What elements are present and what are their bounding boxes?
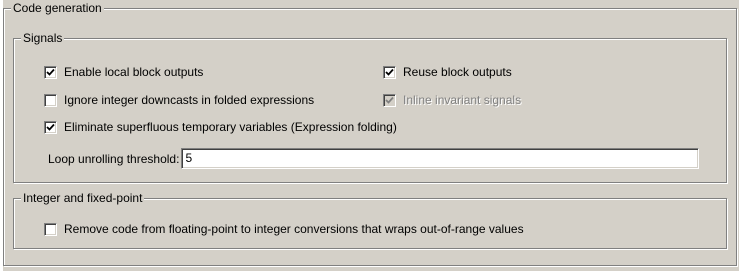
inline-invariant-signals-option: Inline invariant signals — [383, 92, 521, 108]
loop-unrolling-threshold-row: Loop unrolling threshold: 5 — [48, 148, 700, 169]
signals-title: Signals — [21, 31, 65, 45]
reuse-block-outputs-option[interactable]: Reuse block outputs — [383, 64, 512, 80]
enable-local-block-outputs-label: Enable local block outputs — [64, 65, 204, 79]
ignore-integer-downcasts-checkbox[interactable] — [44, 93, 57, 107]
reuse-block-outputs-label: Reuse block outputs — [403, 65, 512, 79]
inline-invariant-signals-checkbox — [383, 93, 396, 107]
loop-unrolling-threshold-input[interactable]: 5 — [181, 148, 700, 169]
ignore-integer-downcasts-label: Ignore integer downcasts in folded expre… — [64, 93, 315, 107]
checkmark-icon — [46, 68, 55, 76]
checkmark-icon — [385, 68, 394, 76]
loop-unrolling-threshold-label: Loop unrolling threshold: — [48, 151, 180, 166]
page: Code generation Signals Enable local blo… — [0, 0, 746, 277]
remove-wrap-code-label: Remove code from floating-point to integ… — [64, 222, 524, 236]
eliminate-superfluous-temp-vars-checkbox[interactable] — [44, 120, 57, 134]
ignore-integer-downcasts-option[interactable]: Ignore integer downcasts in folded expre… — [44, 92, 314, 108]
checkmark-icon — [385, 96, 394, 104]
signals-group: Signals Enable local block outputs Reuse… — [13, 31, 727, 183]
eliminate-superfluous-temp-vars-label: Eliminate superfluous temporary variable… — [64, 120, 397, 134]
inline-invariant-signals-label: Inline invariant signals — [403, 93, 522, 107]
code-generation-title: Code generation — [11, 1, 104, 15]
enable-local-block-outputs-option[interactable]: Enable local block outputs — [44, 64, 203, 80]
remove-wrap-code-option[interactable]: Remove code from floating-point to integ… — [44, 221, 524, 237]
enable-local-block-outputs-checkbox[interactable] — [44, 65, 57, 79]
integer-fixed-point-group: Integer and fixed-point Remove code from… — [13, 191, 727, 249]
eliminate-superfluous-temp-vars-option[interactable]: Eliminate superfluous temporary variable… — [44, 119, 397, 135]
options-panel: Code generation Signals Enable local blo… — [3, 0, 739, 271]
checkmark-icon — [46, 123, 55, 131]
integer-fixed-point-title: Integer and fixed-point — [21, 191, 145, 205]
reuse-block-outputs-checkbox[interactable] — [383, 65, 396, 79]
remove-wrap-code-checkbox[interactable] — [44, 222, 57, 236]
